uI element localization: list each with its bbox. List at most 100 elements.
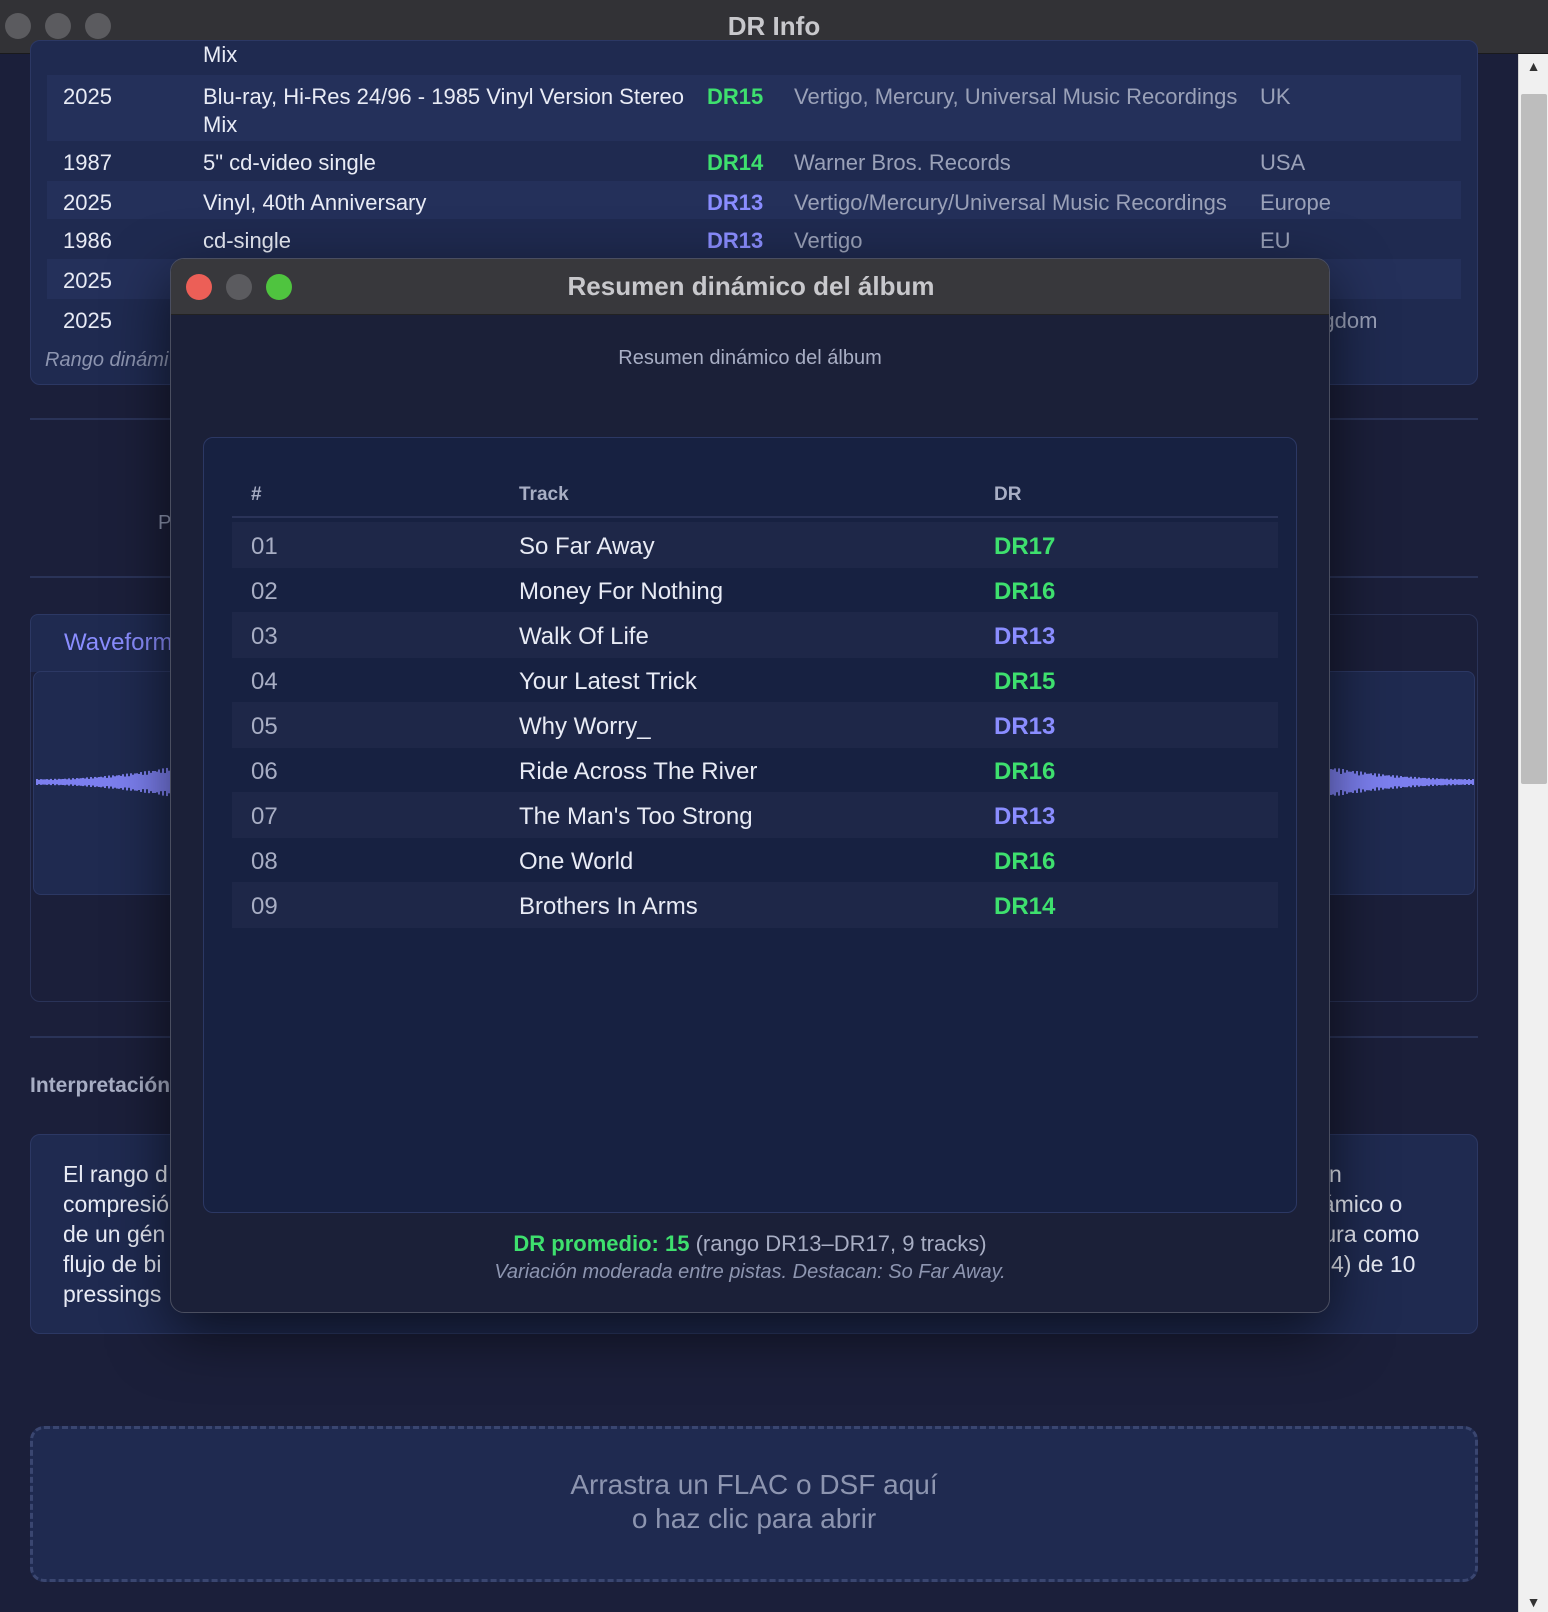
track-row[interactable]: 05 Why Worry_ DR13	[232, 702, 1278, 748]
track-row[interactable]: 06 Ride Across The River DR16	[232, 747, 1278, 793]
waveform-bar	[1370, 773, 1372, 791]
waveform-bar	[38, 779, 40, 785]
waveform-bar	[44, 779, 46, 785]
track-name: Why Worry_	[519, 713, 651, 740]
waveform-bar	[146, 774, 148, 790]
waveform-bar	[1436, 778, 1438, 786]
waveform-bar	[1342, 768, 1344, 796]
track-number: 06	[251, 758, 278, 785]
waveform-bar	[1392, 775, 1394, 789]
waveform-bar	[164, 773, 166, 791]
track-dr: DR16	[994, 848, 1056, 875]
interpretation-text-line: de un gén	[63, 1221, 166, 1247]
waveform-bar	[1452, 779, 1454, 785]
interpretation-label: Interpretación	[30, 1074, 171, 1097]
waveform-bar	[1348, 771, 1350, 793]
waveform-bar	[80, 778, 82, 786]
track-number: 09	[251, 893, 278, 920]
waveform-bar	[1334, 768, 1336, 796]
release-year: 2025	[63, 190, 112, 215]
waveform-bar	[1458, 779, 1460, 785]
waveform-bar	[1406, 776, 1408, 788]
waveform-bar	[1468, 778, 1470, 786]
album-summary-dialog: Resumen dinámico del álbum Resumen dinám…	[170, 258, 1330, 1313]
file-drop-zone[interactable]: Arrastra un FLAC o DSF aquí o haz clic p…	[30, 1426, 1478, 1582]
waveform-bar	[148, 770, 150, 794]
track-row[interactable]: 09 Brothers In Arms DR14	[232, 882, 1278, 928]
waveform-bar	[78, 778, 80, 786]
waveform-bar	[98, 777, 100, 787]
track-name: Walk Of Life	[519, 623, 649, 650]
waveform-bar	[1404, 776, 1406, 788]
release-row[interactable]: 1987 5" cd-video single DR14 Warner Bros. R…	[47, 141, 1461, 181]
waveform-bar	[96, 777, 98, 787]
waveform-bar	[1432, 777, 1434, 787]
waveform-bar	[56, 779, 58, 785]
waveform-bar	[36, 779, 38, 785]
track-dr: DR13	[994, 713, 1056, 740]
track-number: 02	[251, 578, 278, 605]
waveform-bar	[72, 778, 74, 786]
track-row[interactable]: 03 Walk Of Life DR13	[232, 612, 1278, 658]
release-row[interactable]: 1986 cd-single DR13 Vertigo EU	[47, 219, 1461, 259]
track-row[interactable]: 07 The Man's Too Strong DR13	[232, 792, 1278, 838]
release-label: Vertigo, Mercury, Universal Music Record…	[794, 84, 1238, 109]
waveform-bar	[1346, 770, 1348, 794]
waveform-bar	[74, 779, 76, 785]
waveform-bar	[1382, 774, 1384, 790]
waveform-bar	[1372, 775, 1374, 789]
waveform-bar	[104, 776, 106, 788]
waveform-bar	[76, 778, 78, 786]
track-row[interactable]: 04 Your Latest Trick DR15	[232, 657, 1278, 703]
waveform-bar	[1430, 779, 1432, 785]
track-dr: DR17	[994, 533, 1056, 560]
waveform-bar	[110, 777, 112, 787]
track-dr: DR13	[994, 803, 1056, 830]
waveform-bar	[102, 777, 104, 787]
dialog-titlebar: Resumen dinámico del álbum	[171, 259, 1329, 315]
waveform-bar	[162, 768, 164, 796]
scroll-up-icon[interactable]: ▲	[1519, 58, 1548, 74]
dr-range-info: (rango DR13–DR17, 9 tracks)	[689, 1231, 987, 1256]
waveform-bar	[1418, 777, 1420, 787]
waveform-bar	[1454, 778, 1456, 786]
waveform-bar	[1410, 776, 1412, 788]
scrollbar-thumb[interactable]	[1521, 94, 1547, 784]
waveform-bar	[1330, 769, 1332, 795]
interpretation-text-line: n	[1329, 1161, 1342, 1187]
track-row[interactable]: 01 So Far Away DR17	[232, 522, 1278, 568]
release-year: 1987	[63, 150, 112, 175]
scroll-down-icon[interactable]: ▼	[1519, 1594, 1548, 1610]
waveform-bar	[1360, 771, 1362, 793]
waveform-bar	[1340, 773, 1342, 791]
waveform-bar	[48, 779, 50, 785]
dr-range-caption: Rango dinámi	[45, 349, 169, 371]
waveform-bar	[1412, 778, 1414, 786]
vertical-scrollbar[interactable]: ▲ ▼	[1518, 54, 1548, 1612]
waveform-bar	[82, 777, 84, 787]
waveform-bar	[142, 774, 144, 790]
waveform-bar	[112, 775, 114, 789]
waveform-bar	[118, 775, 120, 789]
release-format-fragment: Mix	[203, 45, 238, 65]
track-row[interactable]: 08 One World DR16	[232, 837, 1278, 883]
waveform-bar	[68, 778, 70, 786]
waveform-bar	[58, 778, 60, 786]
drop-zone-line2: o haz clic para abrir	[631, 1503, 877, 1534]
release-row[interactable]: 2025 Blu-ray, Hi-Res 24/96 - 1985 Vinyl V…	[47, 75, 1461, 141]
waveform-bar	[1446, 778, 1448, 786]
track-row[interactable]: 02 Money For Nothing DR16	[232, 567, 1278, 613]
waveform-bar	[1386, 775, 1388, 789]
waveform-bar	[1394, 777, 1396, 787]
dr-average: DR promedio: 15	[513, 1231, 690, 1256]
waveform-bar	[134, 773, 136, 791]
release-country: Europe	[1260, 190, 1331, 215]
waveform-bar	[1422, 777, 1424, 787]
waveform-bar	[50, 778, 52, 786]
waveform-bar	[86, 777, 88, 787]
waveform-bar	[62, 778, 64, 786]
waveform-bar	[160, 772, 162, 792]
waveform-bar	[1440, 778, 1442, 786]
release-format: cd-single	[203, 228, 292, 253]
release-row[interactable]: 2025 Vinyl, 40th Anniversary DR13 Vertigo/M…	[47, 181, 1461, 219]
